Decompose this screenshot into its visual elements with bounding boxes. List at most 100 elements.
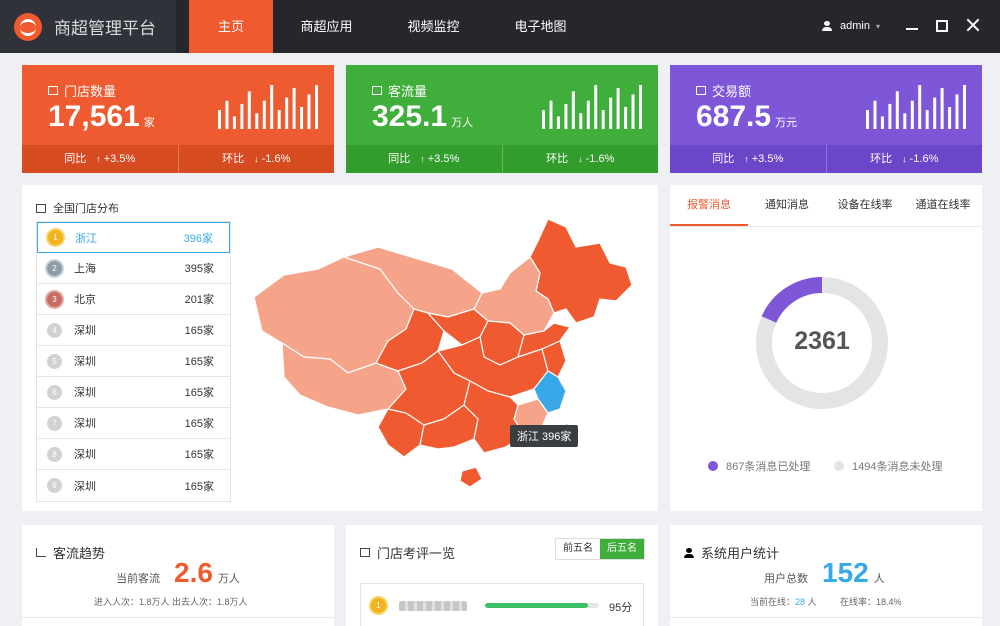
mini-bar bbox=[586, 100, 590, 129]
ranking-row[interactable]: 4 深圳 165家 bbox=[37, 315, 230, 346]
card-title: 全国门店分布 bbox=[36, 200, 119, 216]
nav-item-map[interactable]: 电子地图 bbox=[487, 0, 594, 53]
arrow-down-icon: ↓ bbox=[902, 154, 907, 164]
nav-item-video[interactable]: 视频监控 bbox=[380, 0, 487, 53]
china-map[interactable] bbox=[248, 213, 638, 497]
maximize-button[interactable] bbox=[936, 20, 948, 32]
arrow-up-icon: ↑ bbox=[744, 154, 749, 164]
store-count: 165家 bbox=[184, 356, 214, 368]
store-icon bbox=[48, 86, 58, 95]
mini-bar bbox=[601, 110, 605, 129]
user-name: admin bbox=[840, 20, 870, 32]
arrow-up-icon: ↑ bbox=[420, 154, 425, 164]
top-bar: 商超管理平台 主页 商超应用 视频监控 电子地图 admin ▾ bbox=[0, 0, 1000, 53]
nav-item-home[interactable]: 主页 bbox=[189, 0, 273, 53]
province-name: 浙江 bbox=[75, 232, 97, 245]
mini-bar bbox=[918, 85, 922, 129]
ranking-row[interactable]: 9 深圳 165家 bbox=[37, 470, 230, 501]
mini-bar bbox=[300, 107, 304, 129]
ranking-row[interactable]: 6 深圳 165家 bbox=[37, 377, 230, 408]
kpi-unit: 万人 bbox=[451, 117, 474, 129]
mini-bar bbox=[963, 85, 966, 129]
rank-badge-icon: 2 bbox=[47, 260, 62, 276]
toggle-bottom-five[interactable]: 后五名 bbox=[600, 539, 644, 559]
mini-bar bbox=[225, 100, 229, 129]
chart-icon bbox=[372, 86, 382, 95]
kpi-mini-bars bbox=[218, 85, 318, 129]
store-count: 165家 bbox=[184, 449, 214, 461]
card-title: 客流趋势 bbox=[36, 543, 105, 562]
donut-total: 2361 bbox=[794, 327, 850, 355]
chevron-down-icon: ▾ bbox=[875, 21, 880, 31]
province-ranking-list: 1 浙江 396家 2 上海 395家 3 北京 201家 4 深圳 165家 5 深圳 165家 6 深圳 16… bbox=[36, 221, 231, 502]
kpi-mom: 环比 ↓ -1.6% bbox=[825, 145, 983, 173]
ranking-row[interactable]: 2 上海 395家 bbox=[37, 253, 230, 284]
brand: 商超管理平台 bbox=[0, 0, 176, 53]
kpi-value: 17,561 家 bbox=[48, 100, 155, 133]
rank-badge-icon: 5 bbox=[47, 353, 62, 369]
blurred-store-name bbox=[399, 601, 467, 611]
nav-item-apps[interactable]: 商超应用 bbox=[273, 0, 380, 53]
ranking-row[interactable]: 1 浙江 396家 bbox=[37, 222, 230, 253]
mini-bar bbox=[866, 110, 869, 129]
rank-badge-icon: 6 bbox=[47, 384, 62, 400]
kpi-value: 325.1 万人 bbox=[372, 100, 474, 133]
rank-badge-icon: 1 bbox=[48, 230, 63, 245]
minimize-button[interactable] bbox=[905, 18, 919, 32]
mini-bar bbox=[873, 100, 877, 129]
ranking-row[interactable]: 3 北京 201家 bbox=[37, 284, 230, 315]
store-count: 165家 bbox=[184, 480, 214, 493]
user-icon bbox=[684, 547, 694, 558]
kpi-label: 客流量 bbox=[372, 81, 427, 100]
tab-device-online[interactable]: 设备在线率 bbox=[826, 185, 904, 226]
kpi-unit: 万元 bbox=[775, 117, 798, 129]
kpi-label: 交易额 bbox=[696, 81, 751, 100]
ranking-row[interactable]: 8 深圳 165家 bbox=[37, 439, 230, 470]
arrow-up-icon: ↑ bbox=[96, 154, 101, 164]
ranking-row[interactable]: 5 深圳 165家 bbox=[37, 346, 230, 377]
score-value: 95分 bbox=[609, 602, 633, 614]
mini-bar bbox=[292, 88, 296, 129]
toggle-top-five[interactable]: 前五名 bbox=[556, 539, 600, 559]
kpi-card-traffic: 客流量 325.1 万人 同比 ↑ +3.5% 环比 ↓ -1.6% bbox=[346, 65, 658, 173]
rank-badge-icon: 9 bbox=[47, 478, 62, 493]
mini-bar bbox=[218, 110, 221, 129]
mini-bar bbox=[564, 103, 568, 129]
kpi-value: 687.5 万元 bbox=[696, 100, 798, 133]
arrow-down-icon: ↓ bbox=[254, 154, 259, 164]
tab-channel-online[interactable]: 通道在线率 bbox=[904, 185, 982, 226]
kpi-mom: 环比 ↓ -1.6% bbox=[501, 145, 659, 173]
message-tabs: 报警消息 通知消息 设备在线率 通道在线率 bbox=[670, 185, 982, 227]
mini-bar bbox=[895, 91, 899, 129]
tab-alarm[interactable]: 报警消息 bbox=[670, 185, 748, 226]
mini-bar bbox=[285, 97, 289, 129]
medal-icon: 1 bbox=[371, 598, 386, 613]
mini-bar bbox=[609, 97, 613, 129]
province-name: 北京 bbox=[74, 294, 96, 306]
close-button[interactable] bbox=[966, 18, 980, 32]
user-menu[interactable]: admin ▾ bbox=[822, 20, 880, 32]
score-progress-fill bbox=[485, 603, 588, 608]
store-count: 165家 bbox=[184, 418, 214, 430]
kpi-yoy: 同比 ↑ +3.5% bbox=[712, 153, 784, 165]
mini-bar bbox=[955, 94, 959, 129]
mini-bar bbox=[888, 103, 892, 129]
store-icon bbox=[36, 203, 46, 213]
traffic-trend-card: 客流趋势 当前客流 2.6 万人 进入人次：1.8万人 出去人次：1.8万人 bbox=[22, 525, 334, 626]
current-traffic: 当前客流 2.6 万人 bbox=[116, 557, 240, 588]
score-progress bbox=[485, 603, 599, 608]
user-icon bbox=[822, 21, 832, 31]
review-icon bbox=[360, 548, 370, 557]
kpi-yoy: 同比 ↑ +3.5% bbox=[388, 153, 460, 165]
tab-notice[interactable]: 通知消息 bbox=[748, 185, 826, 226]
ranking-row[interactable]: 7 深圳 165家 bbox=[37, 408, 230, 439]
kpi-card-stores: 门店数量 17,561 家 同比 ↑ +3.5% 环比 ↓ -1.6% bbox=[22, 65, 334, 173]
arrow-down-icon: ↓ bbox=[578, 154, 583, 164]
mini-bar bbox=[631, 94, 635, 129]
mini-bar bbox=[307, 94, 311, 129]
province-name: 深圳 bbox=[74, 356, 96, 368]
mini-bar bbox=[910, 100, 914, 129]
store-count: 395家 bbox=[184, 263, 214, 275]
kpi-mom: 环比 ↓ -1.6% bbox=[177, 145, 335, 173]
mini-bar bbox=[594, 85, 598, 129]
